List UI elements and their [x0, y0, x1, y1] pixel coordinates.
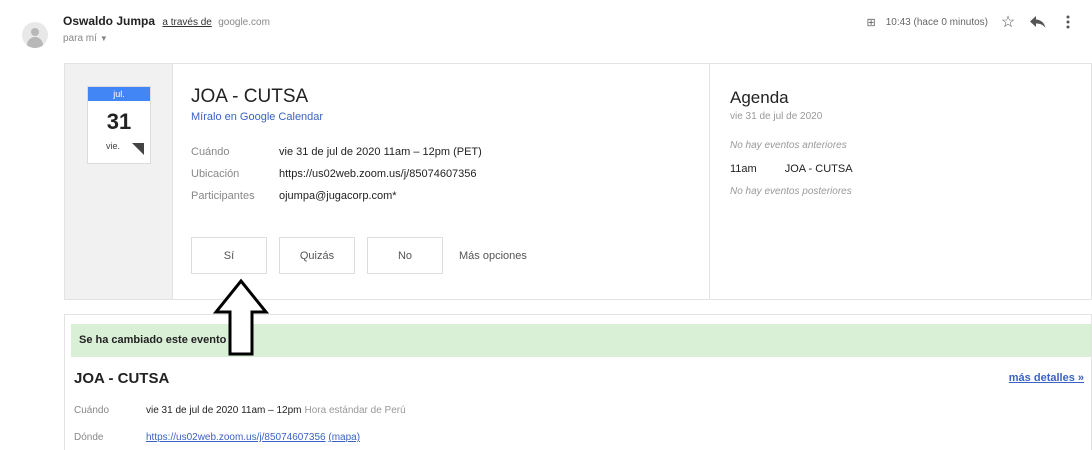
via-domain: google.com — [218, 17, 270, 28]
agenda-date: vie 31 de jul de 2020 — [730, 111, 823, 122]
sender-line: Oswaldo Jumpa a través de google.com — [63, 14, 270, 28]
calendar-date-badge: jul. 31 vie. — [87, 86, 151, 164]
changed-when-label: Cuándo — [74, 405, 110, 416]
detail-value: vie 31 de jul de 2020 11am – 12pm (PET) — [279, 146, 482, 158]
date-month: jul. — [88, 87, 150, 101]
detail-row-location: Ubicación https://us02web.zoom.us/j/8507… — [191, 163, 482, 185]
agenda-no-next: No hay eventos posteriores — [730, 186, 852, 197]
attachment-icon: ⊞ — [866, 16, 876, 29]
agenda-event-time: 11am — [730, 163, 757, 175]
changed-when-row: Cuándo vie 31 de jul de 2020 11am – 12pm H… — [74, 405, 406, 416]
recipient-label: para mí — [63, 33, 97, 44]
more-vert-icon[interactable] — [1058, 12, 1078, 32]
rsvp-no-button[interactable]: No — [367, 237, 443, 274]
google-calendar-link[interactable]: Míralo en Google Calendar — [191, 111, 482, 123]
agenda-event-title: JOA - CUTSA — [784, 163, 853, 175]
via-link[interactable]: a través de — [162, 17, 211, 28]
page-curl-icon — [132, 143, 144, 155]
agenda-panel: Agenda vie 31 de jul de 2020 No hay even… — [709, 64, 1092, 299]
date-weekday: vie. — [106, 141, 121, 151]
detail-label: Participantes — [191, 190, 255, 202]
rsvp-maybe-button[interactable]: Quizás — [279, 237, 355, 274]
map-link[interactable]: (mapa) — [328, 432, 360, 443]
rsvp-buttons: Sí Quizás No Más opciones — [191, 237, 527, 274]
reply-icon[interactable] — [1028, 12, 1048, 32]
star-icon[interactable]: ☆ — [998, 12, 1018, 32]
detail-value[interactable]: https://us02web.zoom.us/j/85074607356 — [279, 168, 477, 180]
up-arrow-annotation-icon — [213, 278, 269, 356]
more-options-link[interactable]: Más opciones — [459, 250, 527, 262]
date-panel: jul. 31 vie. — [65, 64, 173, 299]
detail-value: ojumpa@jugacorp.com* — [279, 190, 397, 202]
event-summary: JOA - CUTSA Míralo en Google Calendar Cu… — [191, 86, 482, 207]
changed-where-row: Dónde https://us02web.zoom.us/j/850746073… — [74, 432, 360, 443]
changed-when-value: vie 31 de jul de 2020 11am – 12pm — [146, 405, 302, 416]
timestamp: 10:43 (hace 0 minutos) — [885, 16, 988, 28]
changed-event-title: JOA - CUTSA — [74, 370, 170, 387]
detail-label: Ubicación — [191, 168, 240, 180]
detail-row-participants: Participantes ojumpa@jugacorp.com* — [191, 185, 482, 207]
agenda-no-previous: No hay eventos anteriores — [730, 140, 847, 151]
header-actions: ⊞ 10:43 (hace 0 minutos) ☆ — [867, 12, 1079, 32]
chevron-down-icon[interactable]: ▼ — [100, 34, 108, 43]
changed-zoom-link[interactable]: https://us02web.zoom.us/j/85074607356 — [146, 432, 326, 443]
avatar-head-shape — [31, 28, 39, 36]
agenda-event-item[interactable]: 11am JOA - CUTSA — [730, 163, 1092, 175]
changed-timezone: Hora estándar de Perú — [304, 405, 406, 416]
sender-avatar[interactable] — [22, 22, 48, 48]
sender-name[interactable]: Oswaldo Jumpa — [63, 14, 155, 28]
avatar-body-shape — [27, 37, 43, 48]
recipient-line[interactable]: para mí ▼ — [63, 33, 108, 44]
changed-where-label: Dónde — [74, 432, 104, 443]
detail-row-when: Cuándo vie 31 de jul de 2020 11am – 12pm… — [191, 141, 482, 163]
more-details-link[interactable]: más detalles » — [1009, 372, 1084, 384]
event-title: JOA - CUTSA — [191, 86, 309, 107]
rsvp-yes-button[interactable]: Sí — [191, 237, 267, 274]
detail-label: Cuándo — [191, 146, 230, 158]
event-invitation-card: jul. 31 vie. JOA - CUTSA Míralo en Googl… — [64, 63, 1092, 300]
date-day: 31 — [106, 109, 132, 134]
agenda-title: Agenda — [730, 88, 789, 107]
event-details: Cuándo vie 31 de jul de 2020 11am – 12pm… — [191, 141, 482, 207]
